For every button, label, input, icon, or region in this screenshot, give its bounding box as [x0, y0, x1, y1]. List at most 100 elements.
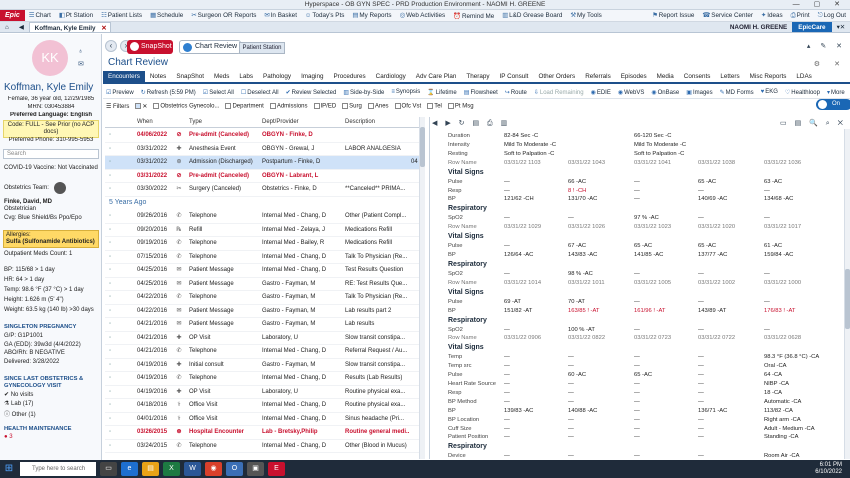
filter-surg[interactable]: Surg	[342, 102, 362, 109]
menu-item-my-tools[interactable]: ⚒My Tools	[566, 12, 605, 20]
col-description[interactable]: Description	[345, 117, 375, 128]
table-row[interactable]: ▫ 04/19/2016 ✚ Initial consult Gastro - Faym…	[105, 359, 419, 372]
excel-icon[interactable]: X	[163, 462, 180, 476]
tab-meds[interactable]: Meds	[209, 71, 234, 82]
chrome-icon[interactable]: ◉	[205, 462, 222, 476]
report-scrollbar[interactable]	[844, 129, 850, 459]
filters-button[interactable]: ☰ Filters	[106, 103, 129, 110]
filter-toggle[interactable]: On	[816, 99, 850, 110]
taskbar-search-input[interactable]: Type here to search	[20, 462, 96, 476]
table-row[interactable]: ▫ 04/06/2022 ⊘ Pre-admit (Canceled) OBGYN - …	[105, 129, 419, 143]
menu-item-l-d-grease-board[interactable]: ▥L&D Grease Board	[498, 12, 566, 20]
filter-check-all[interactable]: ✕	[135, 102, 147, 110]
close-icon[interactable]: ✕	[101, 23, 106, 34]
table-row[interactable]: ▫ 03/30/2022 ✂ Surgery (Canceled) Obstetrics…	[105, 183, 419, 197]
health-maintenance-header[interactable]: HEALTH MAINTENANCE	[4, 426, 72, 432]
back-icon[interactable]: ◀	[14, 22, 29, 32]
col-dept[interactable]: Dept/Provider	[262, 117, 299, 128]
menu-item-chart[interactable]: ☰Chart	[25, 12, 55, 20]
toolbar-preview-button[interactable]: ☑Preview	[106, 89, 134, 96]
toolbar-load-remaining-button[interactable]: ⇩Load Remaining	[534, 89, 584, 96]
table-row[interactable]: ▫ 04/25/2016 ✉ Patient Message Gastro - Faym…	[105, 278, 419, 291]
pin-icon[interactable]: ✕	[834, 58, 840, 72]
report-window-icons[interactable]: ▭ ▤ 🔍 ⌕ ✕	[780, 119, 846, 128]
tab-procedures[interactable]: Procedures	[328, 71, 370, 82]
code-status-badge[interactable]: Code: FULL - See Prior (no ACP docs)	[3, 120, 99, 138]
table-row[interactable]: ▫ 04/22/2016 ✆ Telephone Gastro - Fayman, M T…	[105, 291, 419, 305]
since-last-visit-header[interactable]: SINCE LAST OBSTETRICS & GYNECOLOGY VISIT	[4, 376, 100, 389]
table-row[interactable]: ▫ 04/18/2016 ⚕ Office Visit Internal Med - C…	[105, 399, 419, 413]
toolbar-ekg-button[interactable]: ♥EKG	[761, 89, 778, 95]
toolbar-synopsis-button[interactable]: ≡Synopsis	[391, 89, 420, 95]
tab-media[interactable]: Media	[652, 71, 679, 82]
filter-department[interactable]: Department	[225, 102, 264, 109]
sidebar-search-input[interactable]: Search	[3, 149, 99, 159]
health-maintenance-count[interactable]: ● 3	[4, 434, 13, 440]
since-visit-item[interactable]: ⓘ Other (1)	[4, 409, 36, 418]
epic-button[interactable]: Epic	[0, 10, 25, 21]
patient-avatar[interactable]: KK	[32, 40, 68, 76]
system-clock[interactable]: 6:01 PM 6/10/2022	[815, 462, 850, 476]
toolbar-deselect-all-button[interactable]: ☐Deselect All	[241, 89, 279, 96]
tab-imaging[interactable]: Imaging	[296, 71, 328, 82]
tab-snapshot[interactable]: SnapShot	[171, 71, 209, 82]
menu-item-web-activities[interactable]: ◎Web Activities	[396, 12, 450, 20]
back-arrow-icon[interactable]: ‹	[105, 40, 117, 52]
allergies-badge[interactable]: Allergies: Sulfa (Sulfonamide Antibiotic…	[3, 230, 99, 248]
tab-ldas[interactable]: LDAs	[791, 71, 816, 82]
table-row[interactable]: ▫ 03/24/2015 ✆ Telephone Internal Med - Chan…	[105, 440, 419, 453]
tab-controls-icon[interactable]: ▾✕	[832, 22, 850, 32]
window-controls[interactable]: — ▢ ✕	[793, 0, 846, 10]
filter-ip-ed[interactable]: IP/ED	[313, 102, 336, 109]
encounter-list-scrollbar[interactable]	[419, 117, 425, 459]
task-view-icon[interactable]: ▭	[100, 462, 117, 476]
menu-item-print[interactable]: ⎙Print	[787, 12, 814, 20]
filter-obstetrics-gynecolo[interactable]: Obstetrics Gynecolo...	[153, 102, 219, 109]
app-icon[interactable]: ▣	[247, 462, 264, 476]
tab-notes[interactable]: Notes	[145, 71, 171, 82]
globe-icon[interactable]: ✉	[78, 60, 84, 68]
table-row[interactable]: ▫ 09/19/2016 ✆ Telephone Internal Med - Bail…	[105, 237, 419, 251]
menu-item-ideas[interactable]: ✦Ideas	[757, 12, 787, 20]
table-row[interactable]: ▫ 03/31/2022 ⊛ Admission (Discharged) Postpa…	[105, 156, 419, 170]
table-row[interactable]: ▫ 04/01/2016 ⚕ Office Visit Internal Med - C…	[105, 413, 419, 426]
patient-workspace-tab[interactable]: Koffman, Kyle Emily ✕	[28, 22, 111, 34]
table-row[interactable]: ▫ 04/25/2016 ✉ Patient Message Internal Med …	[105, 264, 419, 278]
toolbar-onbase-button[interactable]: ◉OnBase	[651, 89, 679, 96]
menu-item-today-s-pts[interactable]: ☺Today's Pts	[301, 12, 348, 20]
home-icon[interactable]: ⌂	[0, 22, 14, 32]
table-row[interactable]: ▫ 07/15/2016 ✆ Telephone Internal Med - Chan…	[105, 251, 419, 264]
tab-cardiology[interactable]: Cardiology	[371, 71, 411, 82]
edge-icon[interactable]: e	[121, 462, 138, 476]
table-row[interactable]: ▫ 04/21/2016 ✆ Telephone Internal Med - Chan…	[105, 345, 419, 359]
tab-pathology[interactable]: Pathology	[258, 71, 296, 82]
meds-count[interactable]: Outpatient Meds Count: 1	[4, 251, 72, 257]
menu-item-report-issue[interactable]: ⚑Report Issue	[648, 12, 698, 20]
toolbar-refresh-5-59-pm-button[interactable]: ↻Refresh (5:59 PM)	[141, 89, 196, 96]
toolbar-more-button[interactable]: ▾More	[827, 89, 845, 96]
activity-toolbar-icons[interactable]: ▴ ✎ ✕	[807, 42, 846, 50]
tab-misc-reports[interactable]: Misc Reports	[745, 71, 792, 82]
menu-item-service-center[interactable]: ☎Service Center	[698, 12, 757, 20]
toolbar-lifetime-button[interactable]: ⌛Lifetime	[427, 89, 457, 96]
table-row[interactable]: ▫ 04/22/2016 ✉ Patient Message Gastro - Faym…	[105, 305, 419, 318]
pregnancy-header[interactable]: SINGLETON PREGNANCY	[4, 324, 76, 330]
tab-encounters[interactable]: Encounters	[103, 71, 145, 82]
table-row[interactable]: ▫ 03/26/2015 ⊛ Hospital Encounter Lab - Bret…	[105, 426, 419, 440]
tab-other-orders[interactable]: Other Orders	[533, 71, 580, 82]
windows-start-icon[interactable]: ⊞	[0, 460, 18, 478]
menu-item-pt-station[interactable]: ◧Pt Station	[55, 12, 97, 20]
report-toolbar-icons[interactable]: ◀ ▶ ↻ ▤ ⎙ ▥	[432, 119, 510, 128]
menu-item-patient-lists[interactable]: ☷Patient Lists	[97, 12, 146, 20]
filter-admissions[interactable]: Admissions	[269, 102, 308, 109]
toolbar-images-button[interactable]: ▣Images	[686, 89, 712, 96]
menu-item-remind-me[interactable]: ⏰Remind Me	[449, 12, 498, 20]
table-row[interactable]: ▫ 09/20/2016 ℞ Refill Internal Med - Zelaya,…	[105, 224, 419, 237]
epic-hyperspace-icon[interactable]: E	[268, 462, 285, 476]
filter-ofc-vst[interactable]: Ofc Vst	[394, 102, 421, 109]
menu-item-schedule[interactable]: ▦Schedule	[146, 12, 187, 20]
toolbar-healthloop-button[interactable]: ♡Healthloop	[785, 89, 820, 96]
table-row[interactable]: ▫ 04/21/2016 ✚ OP Visit Laboratory, U Slow tr…	[105, 332, 419, 345]
menu-item-my-reports[interactable]: ▤My Reports	[348, 12, 395, 20]
filter-anes[interactable]: Anes	[367, 102, 389, 109]
